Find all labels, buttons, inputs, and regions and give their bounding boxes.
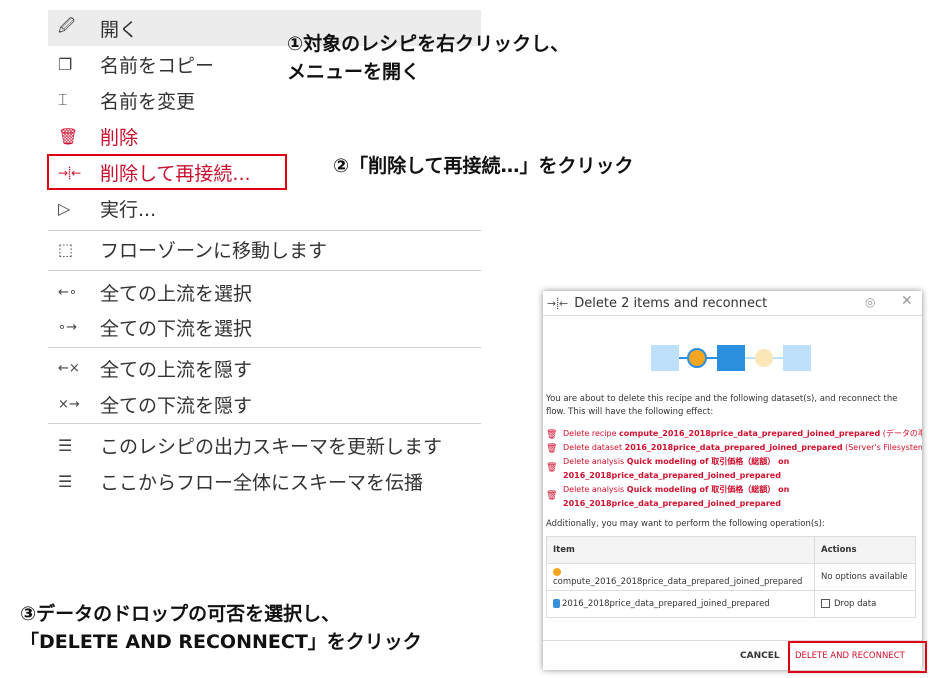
menu-item-label: 全ての上流を選択: [100, 282, 253, 305]
trash-icon: 🗑︎: [546, 491, 558, 501]
menu-item-delete[interactable]: 🗑︎ 削除: [48, 118, 481, 154]
dialog-description: You are about to delete this recipe and …: [546, 394, 898, 417]
highlight-box-delete-and-reconnect: [788, 641, 927, 673]
deletion-name: compute_2016_2018price_data_prepared_joi…: [619, 429, 881, 438]
annotation-step-3: ③データのドロップの可否を選択し、 「DELETE AND RECONNECT」…: [20, 603, 422, 653]
hide-upstream-icon: ←×: [58, 360, 80, 376]
flow-recipe-node-faded: [755, 349, 773, 367]
menu-item-propagate-schema[interactable]: ☰ ここからフロー全体にスキーマを伝播: [48, 463, 481, 499]
flow-zone-icon: ⬚: [58, 239, 74, 259]
menu-item-label: 全ての上流を隠す: [100, 358, 253, 381]
menu-item-label: フローゾーンに移動します: [100, 239, 328, 262]
edit-icon: 🖉︎: [58, 15, 76, 35]
menu-item-label: 名前を変更: [100, 90, 196, 113]
copy-icon: ❐: [58, 54, 73, 74]
table-header-row: Item Actions: [546, 536, 916, 564]
deletion-name: 2016_2018price_data_prepared_joined_prep…: [563, 471, 781, 480]
menu-item-label: 全ての下流を隠す: [100, 394, 253, 417]
highlight-box-delete-reconnect: [47, 154, 287, 190]
item-name: compute_2016_2018price_data_prepared_joi…: [553, 577, 803, 587]
menu-divider: [48, 270, 481, 271]
menu-item-move-flow-zone[interactable]: ⬚ フローゾーンに移動します: [48, 231, 481, 267]
menu-item-label: 実行...: [100, 198, 157, 221]
drop-data-checkbox[interactable]: [821, 599, 830, 608]
dialog-header-divider: [543, 315, 922, 316]
table-cell-item: 2016_2018price_data_prepared_joined_prep…: [546, 590, 815, 618]
list-icon: ☰: [58, 471, 73, 491]
delete-reconnect-dialog: →⸽← Delete 2 items and reconnect ◎ ✕ You…: [543, 291, 922, 670]
menu-item-select-downstream[interactable]: ∘→ 全ての下流を選択: [48, 309, 481, 345]
deletion-prefix: Delete recipe: [563, 429, 620, 438]
menu-item-label: 開く: [100, 18, 139, 41]
drop-data-label[interactable]: Drop data: [834, 599, 876, 609]
deletion-prefix: Delete dataset: [563, 443, 625, 452]
table-cell-item: compute_2016_2018price_data_prepared_joi…: [546, 563, 815, 591]
deletion-name: Quick modeling of 取引価格（総額） on: [626, 457, 790, 466]
annotation-step-2: ②「削除して再接続…」をクリック: [333, 155, 634, 177]
menu-item-label: 全ての下流を選択: [100, 317, 253, 340]
flow-link: [773, 357, 783, 359]
menu-item-run[interactable]: ▷ 実行...: [48, 190, 481, 226]
dialog-header: →⸽← Delete 2 items and reconnect ◎ ✕: [543, 291, 922, 315]
annotation-step-1: ①対象のレシピを右クリックし、 メニューを開く: [287, 33, 570, 83]
trash-icon: 🗑︎: [546, 444, 558, 454]
trash-icon: 🗑︎: [546, 463, 558, 473]
flow-link: [679, 357, 687, 359]
deletion-name: 2016_2018price_data_prepared_joined_prep…: [624, 443, 843, 452]
menu-item-label: 名前をコピー: [100, 54, 215, 77]
deletion-name: Quick modeling of 取引価格（総額） on: [626, 485, 790, 494]
dialog-title: Delete 2 items and reconnect: [574, 295, 768, 311]
column-header-actions: Actions: [814, 536, 916, 564]
column-header-item: Item: [546, 536, 815, 564]
flow-dataset-node: [783, 345, 811, 371]
trash-icon: 🗑︎: [546, 430, 558, 440]
menu-divider: [48, 423, 481, 424]
menu-item-select-upstream[interactable]: ←∘ 全ての上流を選択: [48, 274, 481, 310]
table-row: compute_2016_2018price_data_prepared_joi…: [546, 563, 916, 591]
eye-icon[interactable]: ◎: [865, 295, 875, 309]
menu-item-label: このレシピの出力スキーマを更新します: [100, 435, 443, 458]
rename-icon: ⌶: [58, 90, 68, 109]
hide-downstream-icon: ×→: [58, 396, 80, 412]
trash-icon: 🗑︎: [58, 126, 79, 146]
close-icon[interactable]: ✕: [901, 293, 913, 309]
deletion-suffix: (データの準備): [882, 429, 922, 438]
flow-dataset-node: [651, 345, 679, 371]
flow-link: [707, 357, 717, 359]
additional-operations-text: Additionally, you may want to perform th…: [546, 519, 825, 529]
menu-item-hide-upstream[interactable]: ←× 全ての上流を隠す: [48, 350, 481, 386]
dataset-icon: [553, 599, 560, 608]
menu-item-hide-downstream[interactable]: ×→ 全ての下流を隠す: [48, 386, 481, 422]
select-upstream-icon: ←∘: [58, 284, 78, 300]
flow-recipe-node: [687, 348, 707, 368]
flow-dataset-node-selected: [717, 345, 745, 371]
operations-table: Item Actions compute_2016_2018price_data…: [546, 536, 916, 618]
deletion-suffix: (Server's Filesystem): [842, 443, 922, 452]
delete-reconnect-icon: →⸽←: [547, 296, 569, 310]
list-icon: ☰: [58, 435, 73, 455]
recipe-dot-icon: [553, 567, 561, 576]
table-row: 2016_2018price_data_prepared_joined_prep…: [546, 590, 916, 618]
menu-item-label: ここからフロー全体にスキーマを伝播: [100, 471, 424, 494]
item-name: 2016_2018price_data_prepared_joined_prep…: [562, 599, 770, 609]
deletion-prefix: Delete analysis: [563, 485, 627, 494]
table-cell-action: Drop data: [814, 590, 916, 618]
menu-divider: [48, 347, 481, 348]
play-icon: ▷: [58, 198, 71, 218]
menu-item-label: 削除: [100, 126, 139, 149]
deletion-name: 2016_2018price_data_prepared_joined_prep…: [563, 499, 781, 508]
menu-item-update-schema[interactable]: ☰ このレシピの出力スキーマを更新します: [48, 427, 481, 463]
menu-item-rename[interactable]: ⌶ 名前を変更: [48, 82, 481, 118]
flow-link: [745, 357, 755, 359]
deletion-prefix: Delete analysis: [563, 457, 627, 466]
cancel-button[interactable]: CANCEL: [740, 651, 780, 661]
table-cell-action: No options available: [814, 563, 916, 591]
select-downstream-icon: ∘→: [58, 319, 78, 335]
